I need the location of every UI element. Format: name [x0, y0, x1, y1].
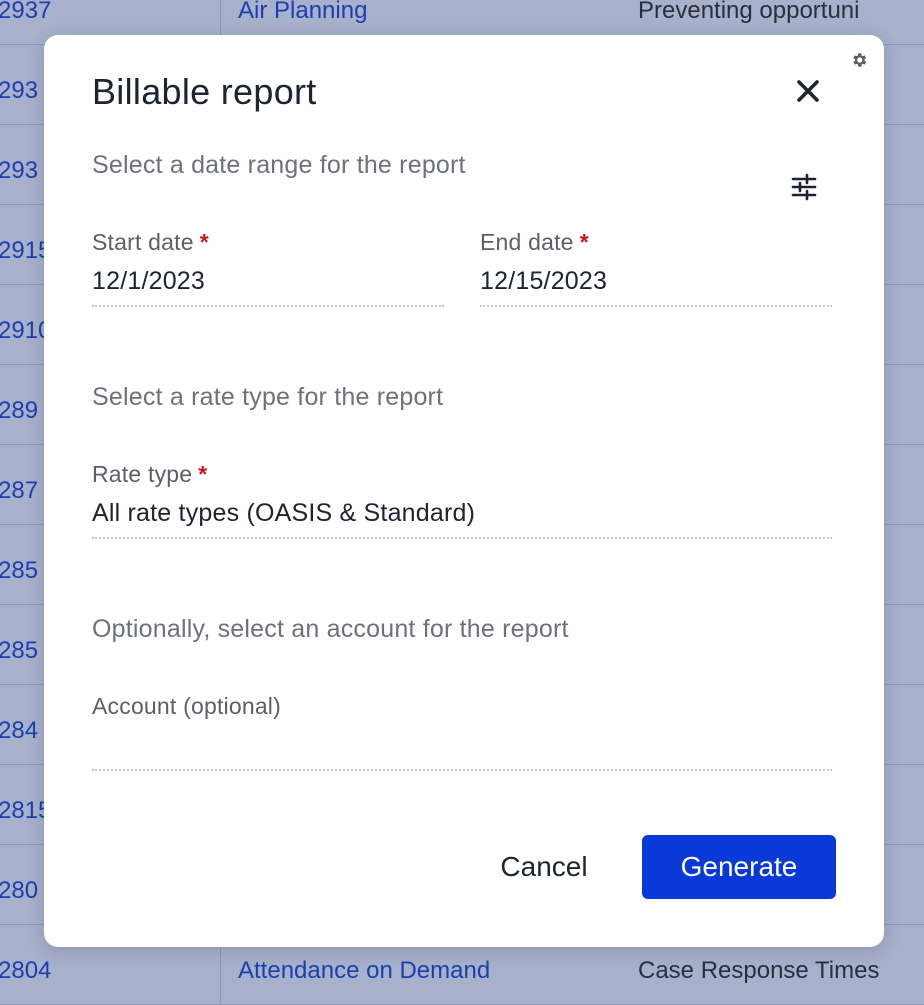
- row-id-link[interactable]: 285: [0, 637, 38, 665]
- end-date-input[interactable]: 12/15/2023: [480, 263, 832, 307]
- date-range-heading: Select a date range for the report: [92, 151, 466, 179]
- row-id-link[interactable]: 287: [0, 477, 38, 505]
- row-id-link[interactable]: 2804: [0, 957, 51, 985]
- rate-type-label: Rate type *: [92, 461, 208, 487]
- dialog-title: Billable report: [92, 71, 317, 112]
- generate-button[interactable]: Generate: [642, 835, 836, 899]
- row-description: Case Response Times: [638, 957, 880, 984]
- row-id-link[interactable]: 293: [0, 157, 38, 185]
- close-icon[interactable]: [792, 75, 824, 107]
- row-id-link[interactable]: 285: [0, 557, 38, 585]
- rate-type-select[interactable]: All rate types (OASIS & Standard): [92, 495, 832, 539]
- required-mark: *: [198, 461, 208, 487]
- required-mark: *: [199, 229, 209, 255]
- start-date-label: Start date *: [92, 229, 209, 255]
- row-id-link[interactable]: 280: [0, 877, 38, 905]
- row-id-link[interactable]: 293: [0, 77, 38, 105]
- row-name-link[interactable]: Air Planning: [238, 0, 367, 25]
- row-id-link[interactable]: 284: [0, 717, 38, 745]
- rate-type-heading: Select a rate type for the report: [92, 383, 444, 411]
- gear-icon[interactable]: [850, 51, 868, 69]
- account-input[interactable]: [92, 727, 832, 771]
- account-heading: Optionally, select an account for the re…: [92, 615, 569, 643]
- row-id-link[interactable]: 289: [0, 397, 38, 425]
- account-label: Account (optional): [92, 693, 281, 719]
- row-name-link[interactable]: Attendance on Demand: [238, 957, 490, 985]
- required-mark: *: [579, 229, 589, 255]
- cancel-button[interactable]: Cancel: [474, 835, 614, 899]
- start-date-input[interactable]: 12/1/2023: [92, 263, 444, 307]
- row-id-link[interactable]: 2937: [0, 0, 51, 25]
- sliders-icon[interactable]: [790, 173, 818, 201]
- billable-report-dialog: Billable report Select a date range for …: [44, 35, 884, 947]
- end-date-label: End date *: [480, 229, 589, 255]
- row-description: Preventing opportuni: [638, 0, 860, 24]
